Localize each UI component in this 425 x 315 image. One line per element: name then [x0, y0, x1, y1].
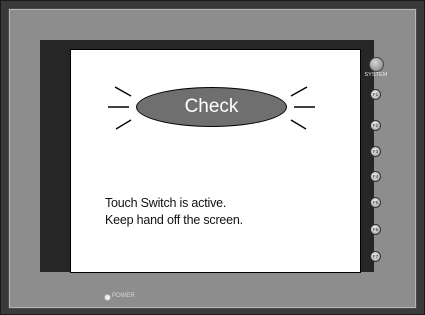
ray-right-bottom	[290, 119, 307, 130]
f3-button[interactable]: F3	[370, 146, 381, 157]
message-line-1: Touch Switch is active.	[105, 196, 227, 210]
f2-button[interactable]: F2	[370, 120, 381, 131]
ray-left-bottom	[115, 119, 132, 130]
status-message: Touch Switch is active. Keep hand off th…	[105, 195, 243, 229]
f3-label: F3	[372, 149, 379, 154]
power-led-icon	[104, 294, 111, 301]
f6-label: F6	[372, 227, 379, 232]
message-line-2: Keep hand off the screen.	[105, 213, 243, 227]
f4-label: F4	[372, 174, 379, 179]
f6-button[interactable]: F6	[370, 224, 381, 235]
f4-button[interactable]: F4	[370, 171, 381, 182]
ray-right-top	[290, 86, 308, 97]
f7-button[interactable]: F7	[370, 251, 381, 262]
check-badge-label: Check	[184, 96, 239, 117]
f1-button[interactable]: F1	[370, 89, 381, 100]
touch-screen[interactable]: Check Touch Switch is active. Keep hand …	[70, 49, 361, 273]
f1-label: F1	[372, 92, 379, 97]
system-label: SYSTEM	[364, 72, 388, 78]
check-badge: Check	[136, 87, 287, 127]
power-label: POWER	[112, 293, 135, 299]
f5-label: F5	[372, 200, 379, 205]
ray-left-top	[114, 86, 132, 97]
system-button[interactable]	[369, 57, 384, 72]
f2-label: F2	[372, 123, 379, 128]
function-key-rail: SYSTEM F1 F2 F3 F4 F5 F6 F7	[364, 52, 388, 272]
f5-button[interactable]: F5	[370, 197, 381, 208]
f7-label: F7	[372, 254, 379, 259]
attention-rays	[108, 86, 315, 130]
